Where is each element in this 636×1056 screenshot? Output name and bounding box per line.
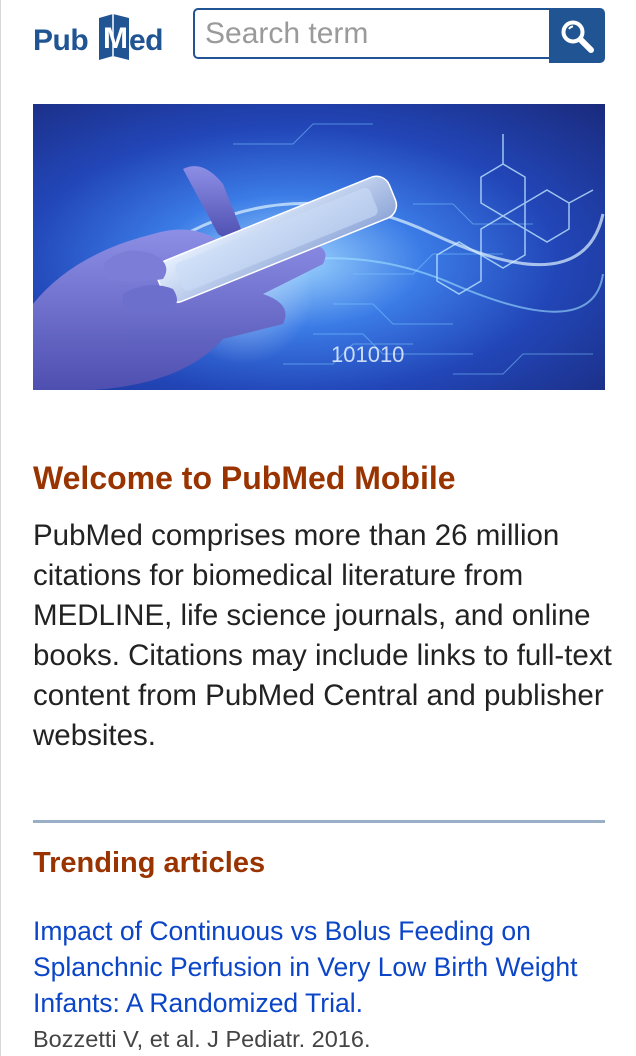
trending-article-meta: Bozzetti V, et al. J Pediatr. 2016. [33, 1026, 371, 1052]
search-icon [561, 20, 594, 53]
trending-article-link[interactable]: Impact of Continuous vs Bolus Feeding on… [33, 913, 605, 1021]
logo-m-text: M [103, 22, 128, 55]
page: Pub M ed Search term 101010 Welcome to P… [0, 0, 636, 1056]
hero-banner-image: 101010 [33, 104, 605, 390]
trending-articles-heading: Trending articles [33, 847, 266, 879]
search-form [193, 8, 605, 63]
welcome-description: PubMed comprises more than 26 million ci… [33, 519, 612, 752]
section-divider [33, 820, 605, 823]
left-border [0, 0, 1, 1056]
pubmed-logo[interactable]: Pub M ed [33, 8, 185, 68]
logo-ed-text: ed [129, 24, 164, 57]
logo-pub-text: Pub [33, 24, 89, 57]
search-button[interactable] [549, 8, 605, 63]
hero-illustration: 101010 [33, 123, 605, 390]
welcome-title: Welcome to PubMed Mobile [33, 460, 456, 496]
hero-binary-text: 101010 [331, 342, 404, 367]
header: Pub M ed [0, 0, 636, 80]
search-input[interactable] [193, 8, 549, 59]
